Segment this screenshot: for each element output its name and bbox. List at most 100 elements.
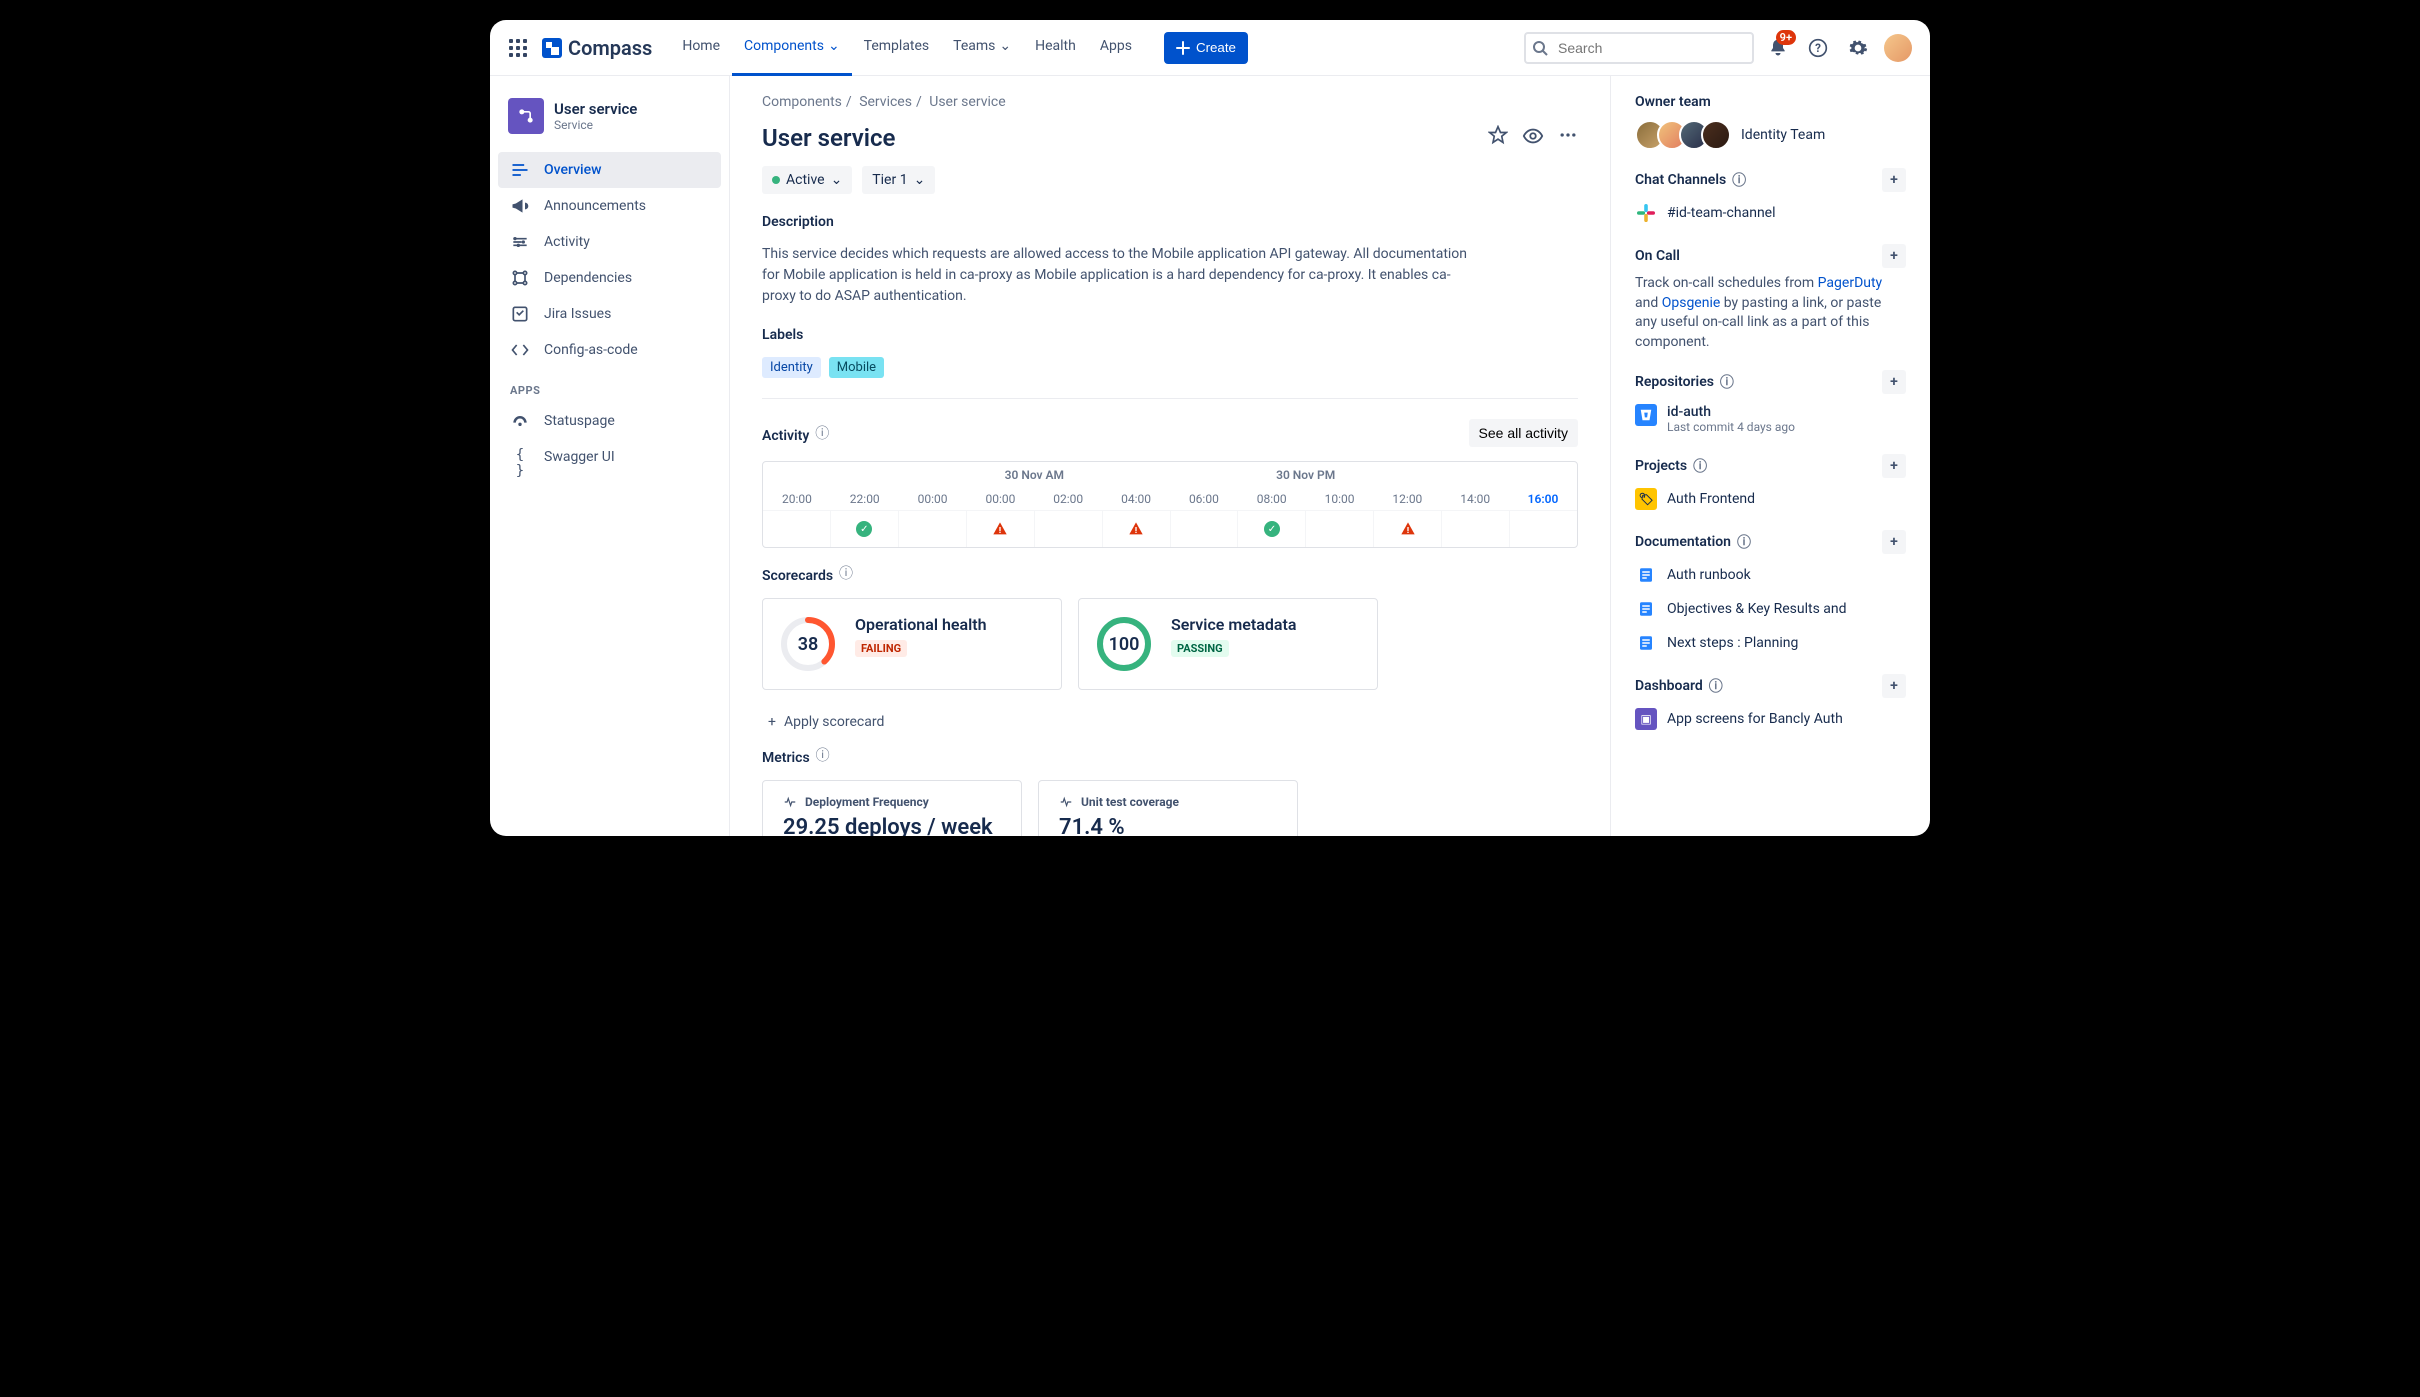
timeline-hour: 00:00: [899, 488, 967, 510]
see-all-activity-button[interactable]: See all activity: [1469, 419, 1578, 447]
document-icon: [1635, 632, 1657, 654]
add-dashboard-button[interactable]: +: [1882, 674, 1906, 698]
timeline-cell: ✓: [1237, 511, 1305, 547]
chevron-down-icon: ⌄: [831, 172, 843, 188]
labels-label: Labels: [762, 327, 1578, 343]
sidebar-app-swagger[interactable]: { } Swagger UI: [498, 439, 721, 475]
add-repo-button[interactable]: +: [1882, 370, 1906, 394]
info-icon[interactable]: ⓘ: [1732, 170, 1746, 190]
plus-icon: +: [768, 714, 776, 730]
scorecard[interactable]: 38 Operational health FAILING: [762, 598, 1062, 690]
chat-channels-label: Chat Channels: [1635, 172, 1726, 188]
info-icon[interactable]: ⓘ: [1720, 372, 1734, 392]
sidebar-item-config-as-code[interactable]: Config-as-code: [498, 332, 721, 368]
timeline-cell: [763, 511, 830, 547]
metric-value: 71.4 %: [1059, 815, 1277, 836]
success-icon: ✓: [856, 521, 872, 537]
activity-timeline: 30 Nov AM 30 Nov PM 20:0022:0000:0000:00…: [762, 461, 1578, 548]
watch-button[interactable]: [1522, 125, 1544, 151]
info-icon[interactable]: ⓘ: [1737, 532, 1751, 552]
add-project-button[interactable]: +: [1882, 454, 1906, 478]
nav-templates[interactable]: Templates: [852, 20, 942, 76]
brand[interactable]: Compass: [542, 36, 652, 60]
timeline-hour: 14:00: [1441, 488, 1509, 510]
avatar-icon: [1884, 34, 1912, 62]
doc-link[interactable]: Objectives & Key Results and: [1667, 601, 1847, 617]
metric-card[interactable]: Deployment Frequency 29.25 deploys / wee…: [762, 780, 1022, 836]
nav-teams[interactable]: Teams⌄: [941, 20, 1023, 76]
doc-link[interactable]: Next steps : Planning: [1667, 635, 1798, 651]
documentation-label: Documentation: [1635, 534, 1731, 550]
scorecard[interactable]: 100 Service metadata PASSING: [1078, 598, 1378, 690]
app-switcher-icon[interactable]: [506, 36, 530, 60]
info-icon[interactable]: ⓘ: [1693, 456, 1707, 476]
scorecard-name: Operational health: [855, 615, 987, 634]
compass-logo-icon: [542, 38, 562, 58]
crumb-user-service[interactable]: User service: [929, 94, 1005, 110]
figma-icon: ▣: [1635, 708, 1657, 730]
search-input[interactable]: [1524, 32, 1754, 64]
sidebar-item-activity[interactable]: Activity: [498, 224, 721, 260]
chevron-down-icon: ⌄: [828, 38, 840, 54]
timeline-cell: [1441, 511, 1509, 547]
settings-button[interactable]: [1842, 32, 1874, 64]
scorecard-name: Service metadata: [1171, 615, 1296, 634]
notifications-button[interactable]: 9+: [1762, 32, 1794, 64]
create-button[interactable]: Create: [1164, 32, 1248, 64]
doc-link[interactable]: Auth runbook: [1667, 567, 1751, 583]
activity-label: Activity: [762, 428, 809, 444]
timeline-cell: [1373, 511, 1441, 547]
dependencies-icon: [510, 268, 530, 288]
sidebar-app-statuspage[interactable]: Statuspage: [498, 403, 721, 439]
add-doc-button[interactable]: +: [1882, 530, 1906, 554]
activity-icon: [510, 232, 530, 252]
crumb-services[interactable]: Services: [859, 94, 912, 110]
sidebar-subtitle: Service: [554, 118, 637, 132]
timeline-hour: 08:00: [1238, 488, 1306, 510]
dashboard-link[interactable]: App screens for Bancly Auth: [1667, 711, 1843, 727]
nav-home[interactable]: Home: [670, 20, 732, 76]
profile-button[interactable]: [1882, 32, 1914, 64]
crumb-components[interactable]: Components: [762, 94, 842, 110]
project-link[interactable]: Auth Frontend: [1667, 491, 1755, 507]
project-icon: 🏷: [1635, 488, 1657, 510]
opsgenie-link[interactable]: Opsgenie: [1662, 295, 1721, 311]
sidebar-item-dependencies[interactable]: Dependencies: [498, 260, 721, 296]
info-icon[interactable]: ⓘ: [815, 423, 829, 443]
info-icon[interactable]: ⓘ: [1709, 676, 1723, 696]
owner-team-name[interactable]: Identity Team: [1741, 127, 1825, 143]
document-icon: [1635, 598, 1657, 620]
info-icon[interactable]: ⓘ: [839, 563, 853, 583]
sidebar-item-announcements[interactable]: Announcements: [498, 188, 721, 224]
apply-scorecard-button[interactable]: + Apply scorecard: [762, 704, 1578, 730]
metric-value: 29.25 deploys / week: [783, 815, 1001, 836]
help-button[interactable]: ?: [1802, 32, 1834, 64]
timeline-hour: 16:00: [1509, 488, 1577, 510]
label-identity[interactable]: Identity: [762, 357, 821, 378]
repo-link[interactable]: id-auth: [1667, 404, 1795, 420]
add-oncall-button[interactable]: +: [1882, 244, 1906, 268]
add-chat-button[interactable]: +: [1882, 168, 1906, 192]
chat-channel-link[interactable]: #id-team-channel: [1667, 205, 1776, 221]
tier-chip[interactable]: Tier 1 ⌄: [862, 166, 935, 194]
nav-health[interactable]: Health: [1023, 20, 1088, 76]
sidebar-item-overview[interactable]: Overview: [498, 152, 721, 188]
metric-card[interactable]: Unit test coverage 71.4 %: [1038, 780, 1298, 836]
star-button[interactable]: [1488, 125, 1508, 151]
pagerduty-link[interactable]: PagerDuty: [1818, 275, 1883, 291]
more-button[interactable]: [1558, 125, 1578, 151]
status-chip[interactable]: Active ⌄: [762, 166, 852, 194]
sidebar-item-jira[interactable]: Jira Issues: [498, 296, 721, 332]
page-title: User service: [762, 124, 895, 152]
more-icon: [1558, 125, 1578, 145]
label-mobile[interactable]: Mobile: [829, 357, 884, 378]
nav-components[interactable]: Components⌄: [732, 20, 852, 76]
nav-apps[interactable]: Apps: [1088, 20, 1144, 76]
info-icon[interactable]: ⓘ: [816, 745, 830, 765]
score-ring: 38: [779, 615, 837, 673]
timeline-cell: [966, 511, 1034, 547]
projects-label: Projects: [1635, 458, 1687, 474]
metric-name: Unit test coverage: [1081, 795, 1179, 809]
team-avatars[interactable]: [1635, 120, 1731, 150]
timeline-cell: [1102, 511, 1170, 547]
